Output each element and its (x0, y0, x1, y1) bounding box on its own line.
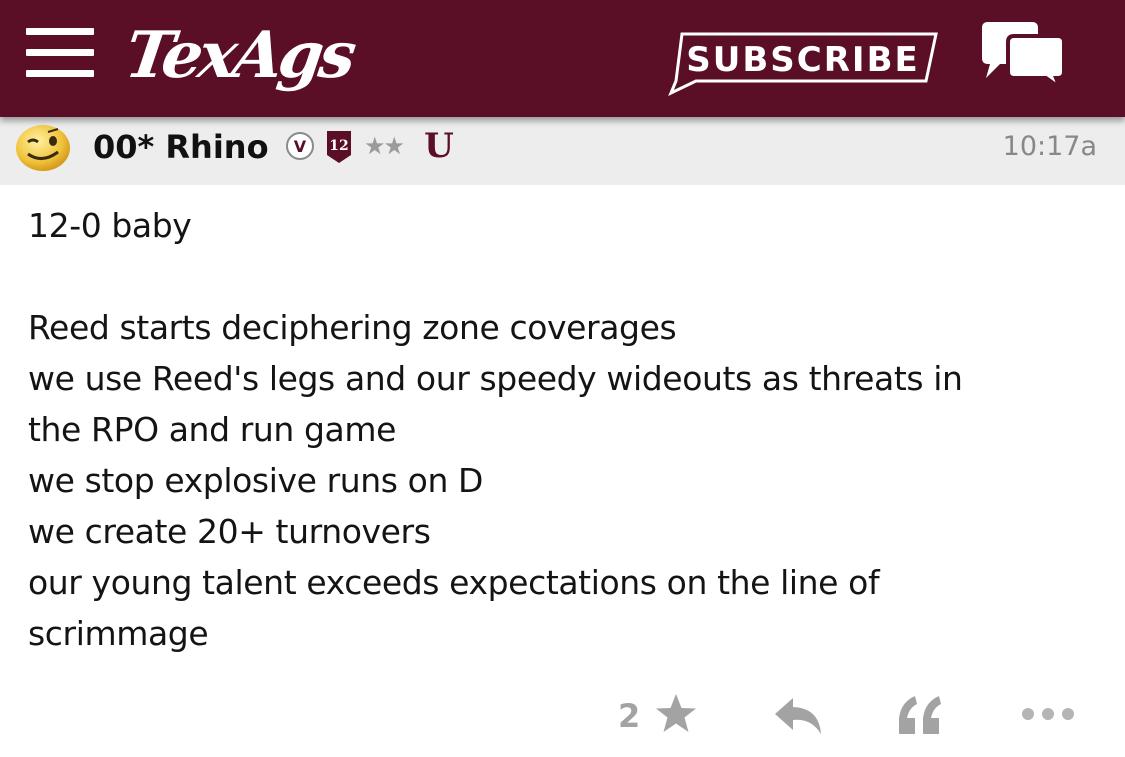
v-badge-label: V (294, 137, 307, 156)
star-count: 2 (618, 697, 641, 735)
post-header: 00* Rhino V 12 ★★ U 10:17a (0, 117, 1125, 185)
post-body: 12-0 baby Reed starts deciphering zone c… (28, 200, 1108, 659)
hamburger-menu-icon[interactable] (26, 28, 94, 78)
quote-icon[interactable] (897, 692, 943, 736)
v-badge-icon: V (285, 131, 315, 161)
top-navigation-bar: TexAgs SUBSCRIBE (0, 0, 1125, 117)
post-body-blank-line (28, 251, 1108, 302)
twelfth-man-badge-icon: 12 (325, 129, 353, 165)
star-icon (656, 694, 696, 732)
rank-stars-icon: ★★ (364, 132, 405, 160)
post-body-line: we create 20+ turnovers (28, 512, 431, 551)
post-body-line: we stop explosive runs on D (28, 461, 484, 500)
more-dots-icon[interactable] (1020, 704, 1076, 724)
post-author-name[interactable]: 00* Rhino (93, 125, 269, 169)
post-body-line: our young talent exceeds expectations on… (28, 563, 880, 602)
subscribe-button[interactable]: SUBSCRIBE (668, 31, 938, 96)
texags-logo[interactable]: TexAgs (120, 14, 357, 98)
post-actions-bar: 2 (0, 690, 1125, 740)
post-body-line: scrimmage (28, 614, 209, 653)
post-body-line: we use Reed's legs and our speedy wideou… (28, 359, 963, 398)
post-timestamp: 10:17a (1002, 131, 1097, 162)
post-body-line: 12-0 baby (28, 206, 192, 245)
reply-icon[interactable] (773, 694, 823, 736)
avatar-winking-face[interactable] (14, 120, 74, 172)
twelfth-man-badge-label: 12 (329, 138, 348, 154)
u-badge-label: U (424, 127, 454, 161)
chat-bubbles-icon[interactable] (978, 20, 1068, 94)
post-body-line: Reed starts deciphering zone coverages (28, 308, 677, 347)
u-badge-icon: U (424, 126, 454, 166)
subscribe-label: SUBSCRIBE (686, 40, 920, 80)
post-body-line: the RPO and run game (28, 410, 397, 449)
